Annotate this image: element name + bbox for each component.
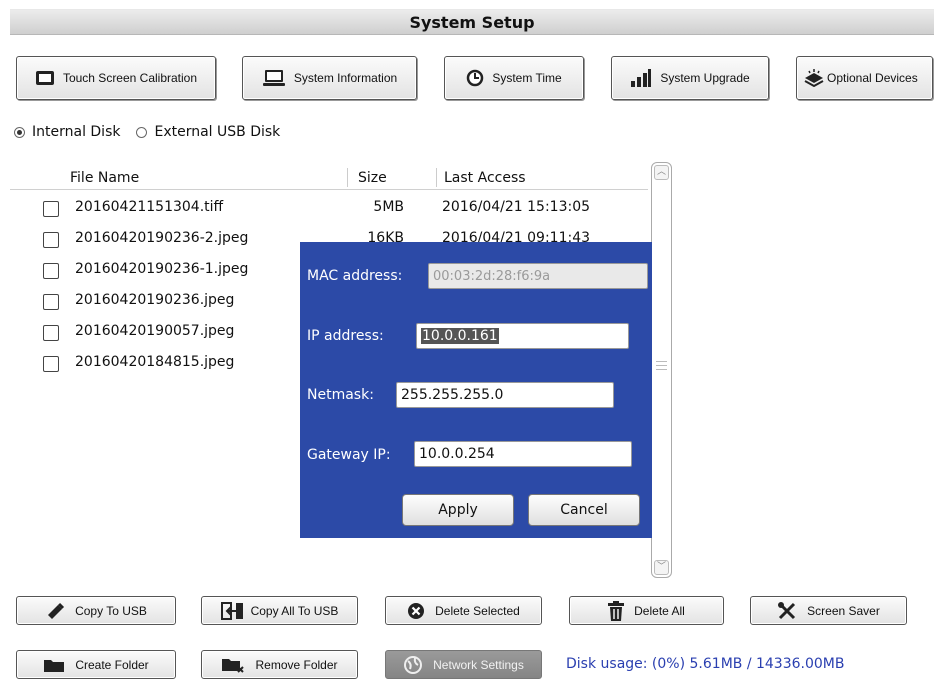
ip-address-value: 10.0.0.161 <box>421 328 499 344</box>
clock-icon <box>466 69 484 87</box>
ip-address-field[interactable]: 10.0.0.161 <box>416 323 629 349</box>
external-usb-disk-label: External USB Disk <box>154 124 281 140</box>
external-usb-disk-radio[interactable]: External USB Disk <box>136 124 280 140</box>
create-folder-button[interactable]: Create Folder <box>16 650 176 679</box>
netmask-field[interactable]: 255.255.255.0 <box>396 382 614 408</box>
laptop-icon <box>262 69 286 87</box>
delete-all-label: Delete All <box>634 603 685 618</box>
scroll-up-icon[interactable]: ︿ <box>654 165 669 180</box>
file-checkbox[interactable] <box>43 201 59 217</box>
trash-icon <box>608 600 625 621</box>
file-name: 20160420190057.jpeg <box>75 323 235 339</box>
mac-address-value: 00:03:2d:28:f6:9a <box>433 268 551 284</box>
create-folder-label: Create Folder <box>75 657 149 672</box>
file-name: 20160420184815.jpeg <box>75 354 235 370</box>
column-last-access[interactable]: Last Access <box>444 170 526 186</box>
delete-all-button[interactable]: Delete All <box>569 596 724 625</box>
file-date: 2016/04/21 15:13:05 <box>442 199 591 215</box>
file-row[interactable]: 20160421151304.tiff 5MB 2016/04/21 15:13… <box>10 194 648 224</box>
system-time-label: System Time <box>492 71 562 85</box>
gateway-ip-value: 10.0.0.254 <box>419 446 495 462</box>
internal-disk-radio-dot[interactable] <box>14 126 25 138</box>
external-usb-disk-radio-dot[interactable] <box>136 126 148 138</box>
file-checkbox[interactable] <box>43 263 59 279</box>
file-checkbox[interactable] <box>43 294 59 310</box>
apply-button[interactable]: Apply <box>402 494 514 526</box>
window-titlebar: System Setup <box>10 9 934 35</box>
screen-saver-label: Screen Saver <box>807 603 880 618</box>
storage-selector: Internal Disk External USB Disk <box>14 124 296 140</box>
screen-icon <box>35 70 55 86</box>
column-divider <box>347 168 348 187</box>
system-information-button[interactable]: System Information <box>242 56 417 100</box>
network-settings-dialog: MAC address: 00:03:2d:28:f6:9a IP addres… <box>300 242 652 538</box>
system-upgrade-label: System Upgrade <box>660 71 750 85</box>
mac-address-label: MAC address: <box>307 268 403 284</box>
remove-folder-label: Remove Folder <box>255 657 338 672</box>
window-title: System Setup <box>409 12 535 32</box>
network-settings-button[interactable]: Network Settings <box>385 650 542 679</box>
device-icon <box>803 69 825 87</box>
file-name: 20160421151304.tiff <box>75 199 224 215</box>
copy-all-to-usb-label: Copy All To USB <box>250 603 339 618</box>
internal-disk-radio[interactable]: Internal Disk <box>14 124 120 140</box>
remove-folder-button[interactable]: Remove Folder <box>201 650 358 679</box>
screen-saver-button[interactable]: Screen Saver <box>750 596 907 625</box>
scroll-grip-icon[interactable] <box>656 361 667 373</box>
copy-to-usb-button[interactable]: Copy To USB <box>16 596 176 625</box>
touch-screen-calibration-label: Touch Screen Calibration <box>62 71 198 85</box>
system-information-label: System Information <box>293 71 398 85</box>
netmask-value: 255.255.255.0 <box>401 387 504 403</box>
column-size[interactable]: Size <box>358 170 387 186</box>
cancel-button[interactable]: Cancel <box>528 494 640 526</box>
file-list-scrollbar[interactable]: ︿ ﹀ <box>651 162 672 578</box>
column-file-name[interactable]: File Name <box>70 170 139 186</box>
system-time-button[interactable]: System Time <box>444 56 584 100</box>
file-checkbox[interactable] <box>43 356 59 372</box>
column-divider <box>436 168 437 187</box>
delete-circle-icon <box>407 602 425 620</box>
file-list-header: File Name Size Last Access <box>10 165 648 190</box>
file-name: 20160420190236-1.jpeg <box>75 261 249 277</box>
touch-screen-calibration-button[interactable]: Touch Screen Calibration <box>16 56 216 100</box>
delete-selected-label: Delete Selected <box>435 603 520 618</box>
disk-usage-status: Disk usage: (0%) 5.61MB / 14336.00MB <box>566 656 845 672</box>
file-checkbox[interactable] <box>43 232 59 248</box>
signal-bars-icon <box>630 68 652 88</box>
copy-all-to-usb-button[interactable]: Copy All To USB <box>201 596 358 625</box>
folder-remove-icon <box>221 656 245 674</box>
gateway-ip-field[interactable]: 10.0.0.254 <box>414 441 632 467</box>
gateway-ip-label: Gateway IP: <box>307 447 391 463</box>
globe-icon <box>403 655 423 675</box>
file-size: 5MB <box>373 199 404 215</box>
network-settings-label: Network Settings <box>433 657 524 672</box>
netmask-label: Netmask: <box>307 387 374 403</box>
copy-all-icon <box>220 601 245 620</box>
internal-disk-label: Internal Disk <box>32 124 121 140</box>
file-name: 20160420190236.jpeg <box>75 292 235 308</box>
ip-address-label: IP address: <box>307 328 384 344</box>
scroll-down-icon[interactable]: ﹀ <box>654 560 669 575</box>
delete-selected-button[interactable]: Delete Selected <box>385 596 542 625</box>
file-name: 20160420190236-2.jpeg <box>75 230 249 246</box>
optional-devices-label: Optional Devices <box>827 71 918 85</box>
file-checkbox[interactable] <box>43 325 59 341</box>
usb-stick-icon <box>45 602 65 620</box>
system-upgrade-button[interactable]: System Upgrade <box>611 56 769 100</box>
copy-to-usb-label: Copy To USB <box>75 603 147 618</box>
mac-address-field: 00:03:2d:28:f6:9a <box>428 263 648 289</box>
optional-devices-button[interactable]: Optional Devices <box>796 56 933 100</box>
folder-icon <box>43 657 65 673</box>
tools-icon <box>777 601 797 621</box>
